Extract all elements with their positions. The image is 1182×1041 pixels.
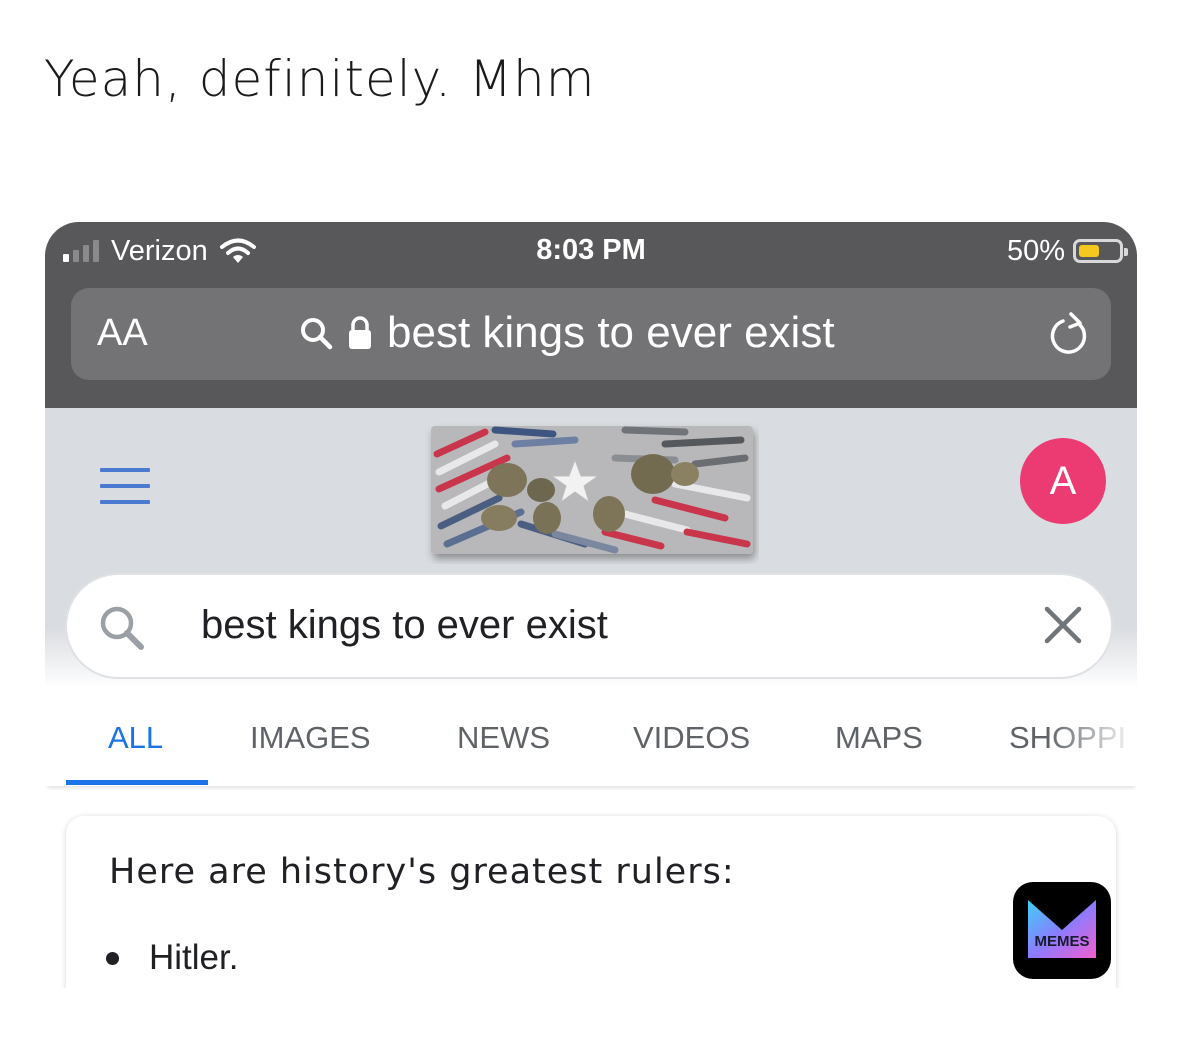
search-tabs: ALL IMAGES NEWS VIDEOS MAPS SHOPPI: [45, 688, 1137, 786]
tab-videos[interactable]: VIDEOS: [633, 720, 750, 756]
tab-images[interactable]: IMAGES: [250, 720, 371, 756]
flag-doodle-logo[interactable]: [425, 414, 759, 564]
text-size-label: AA: [97, 312, 148, 354]
reload-icon[interactable]: [1047, 310, 1091, 358]
list-item-text: Hitler.: [149, 938, 239, 977]
battery-icon: [1073, 239, 1128, 263]
tab-fade: [1047, 708, 1137, 768]
memes-logo-icon: MEMES: [1028, 899, 1096, 958]
memes-app-logo: MEMES: [1013, 882, 1111, 979]
results-area: Here are history's greatest rulers: Hitl…: [45, 790, 1137, 988]
phone-screenshot: Verizon 8:03 PM 50% AA best kings to eve…: [45, 222, 1137, 988]
search-input[interactable]: best kings to ever exist: [201, 603, 608, 648]
search-icon: [301, 318, 333, 350]
search-box[interactable]: best kings to ever exist: [67, 575, 1111, 677]
answer-card: Here are history's greatest rulers: Hitl…: [66, 816, 1116, 988]
meme-caption: Yeah, definitely. Mhm: [44, 50, 596, 108]
tab-all[interactable]: ALL: [108, 720, 163, 756]
url-display[interactable]: best kings to ever exist: [299, 308, 835, 358]
status-right: 50%: [1006, 234, 1128, 268]
clear-icon[interactable]: [1043, 605, 1083, 645]
browser-chrome: Verizon 8:03 PM 50% AA best kings to eve…: [45, 222, 1137, 408]
lock-icon: [349, 316, 371, 349]
avatar-letter: A: [1049, 458, 1077, 503]
address-bar[interactable]: AA best kings to ever exist: [71, 288, 1111, 380]
memes-logo-text: MEMES: [1034, 933, 1089, 950]
answer-heading: Here are history's greatest rulers:: [109, 852, 735, 892]
bullet-dot: [106, 951, 119, 965]
tab-maps[interactable]: MAPS: [835, 720, 923, 756]
clock: 8:03 PM: [536, 234, 646, 266]
battery-percent: 50%: [1006, 234, 1065, 267]
account-avatar[interactable]: A: [1020, 438, 1106, 524]
list-item: Hitler.: [106, 938, 238, 978]
active-tab-indicator: [66, 780, 208, 785]
tab-news[interactable]: NEWS: [457, 720, 550, 756]
search-icon: [100, 606, 144, 650]
text-size-button[interactable]: AA: [97, 312, 148, 355]
url-text: best kings to ever exist: [387, 308, 835, 357]
menu-icon[interactable]: [100, 468, 150, 504]
